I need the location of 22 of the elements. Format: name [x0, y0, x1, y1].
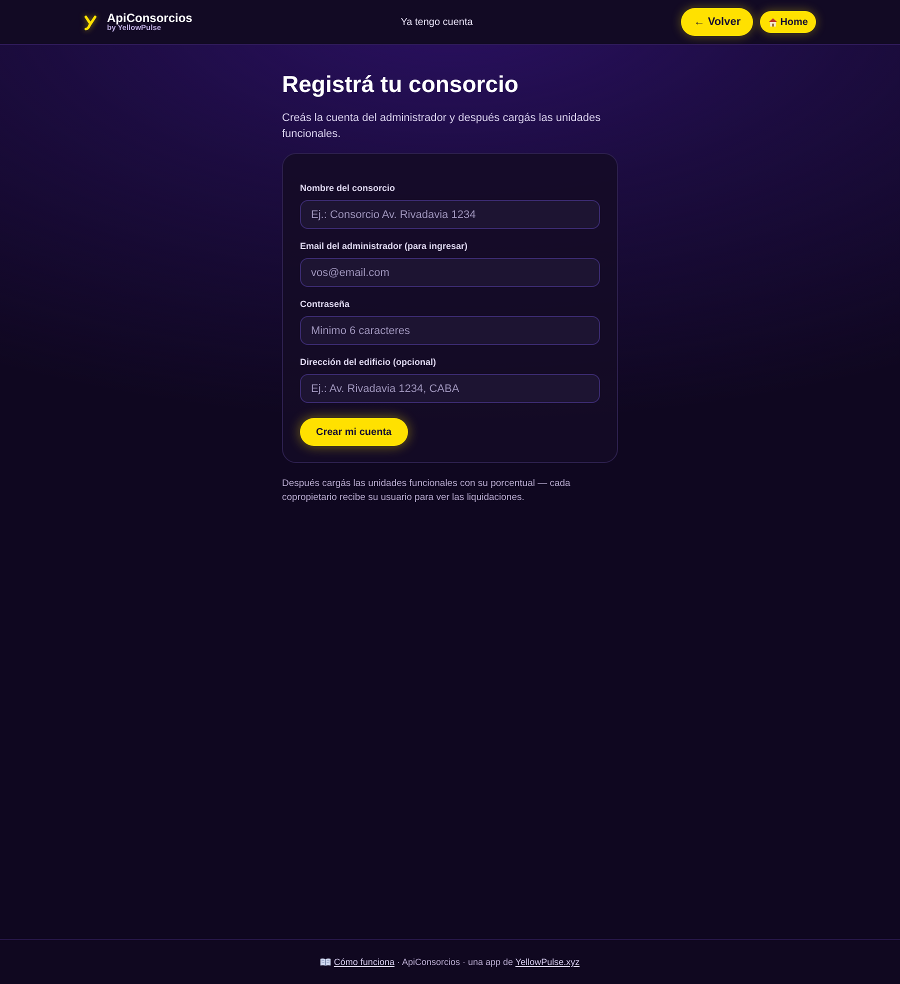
- input-field[interactable]: Ej.: Av. Rivadavia 1234, CABA: [300, 374, 600, 403]
- info-note: Después cargás las unidades funcionales con su porcentual — cada copropietario recibe su usuario para ver las liquidaciones.: [282, 477, 572, 505]
- input-field[interactable]: Ej.: Consorcio Av. Rivadavia 1234: [300, 200, 600, 229]
- site-link[interactable]: YellowPulse.xyz: [515, 957, 580, 967]
- field-label: Dirección del edificio (opcional): [300, 356, 438, 368]
- home-button[interactable]: Home: [760, 11, 816, 33]
- logo-icon: [84, 14, 97, 30]
- footer-text: Cómo funciona · ApiConsorcios · una app de YellowPulse.xyz: [320, 957, 580, 967]
- create-account-button[interactable]: Crear mi cuenta: [300, 418, 408, 446]
- brand-name: ApiConsorcios: [107, 12, 192, 24]
- back-button[interactable]: ← Volver: [681, 8, 754, 36]
- house-icon: [768, 17, 778, 27]
- field-label: Email del administrador (para ingresar): [300, 240, 469, 252]
- field-label: Nombre del consorcio: [300, 182, 396, 194]
- login-link[interactable]: Ya tengo cuenta: [400, 16, 473, 28]
- input-field[interactable]: Minimo 6 caracteres: [300, 316, 600, 345]
- page-subtitle: Creás la cuenta del administrador y después cargás las unidades funcionales.: [282, 111, 602, 142]
- page-title: Registrá tu consorcio: [282, 70, 520, 99]
- guide-link[interactable]: Cómo funciona: [320, 957, 394, 967]
- book-icon: [320, 958, 332, 966]
- input-field[interactable]: vos@email.com: [300, 258, 600, 287]
- field-label: Contraseña: [300, 298, 351, 310]
